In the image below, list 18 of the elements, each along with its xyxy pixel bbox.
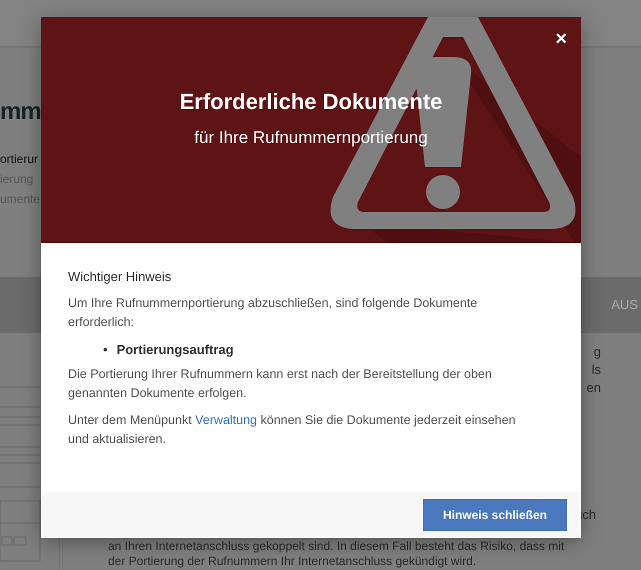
text-fragment: g — [594, 343, 601, 361]
close-notice-button[interactable]: Hinweis schließen — [423, 499, 567, 531]
notice-heading: Wichtiger Hinweis — [68, 268, 172, 286]
text-line: der Portierung der Rufnummern Ihr Internetanschluss gekündigt wird. — [108, 554, 478, 569]
bullet: • — [103, 341, 108, 359]
paragraph: Die Portierung Ihrer Rufnummern kann erst nach der Bereitstellung der oben genannten Dokumente erfolgen. — [68, 366, 493, 402]
paragraph: Um Ihre Rufnummernportierung abzuschließen, sind folgende Dokumente erforderlich: — [68, 295, 478, 331]
text-line: ortierur — [0, 151, 40, 168]
close-button[interactable]: × — [553, 29, 569, 49]
text-fragment: ls — [592, 361, 601, 379]
page-heading: mm — [0, 100, 41, 124]
modal-title: Erforderliche Dokumente — [180, 89, 442, 116]
text-fragment: en — [586, 379, 601, 397]
text-line: an Ihren Internetanschluss gekoppelt sind. In diesem Fall besteht das Risiko, dass mit — [108, 539, 564, 554]
modal-subtitle: für Ihre Rufnummernportierung — [194, 127, 428, 150]
list-item: Portierungsauftrag — [116, 341, 234, 359]
link[interactable]: Verwaltung — [195, 413, 258, 427]
paragraph: Unter dem Menüpunkt Verwaltung können Sie die Dokumente jederzeit einsehen und aktualisieren. — [68, 412, 517, 448]
